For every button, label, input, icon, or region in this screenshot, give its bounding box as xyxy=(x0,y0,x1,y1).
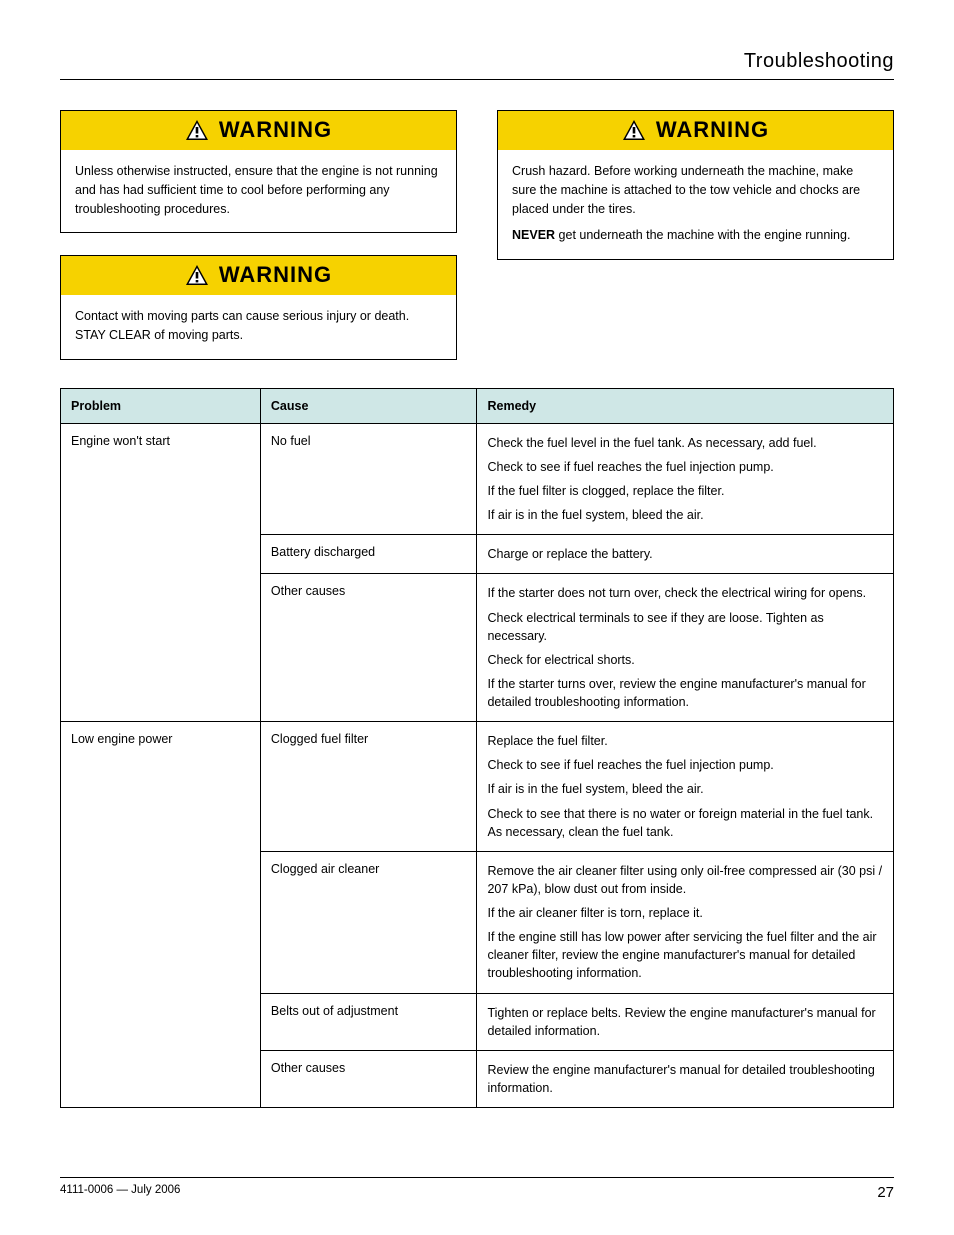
remedy-line: If air is in the fuel system, bleed the … xyxy=(487,506,883,524)
warning-text-3-p1: Crush hazard. Before working underneath … xyxy=(512,162,879,218)
remedy-line: If the fuel filter is clogged, replace t… xyxy=(487,482,883,500)
remedy-line: If the starter turns over, review the en… xyxy=(487,675,883,711)
warning-label: WARNING xyxy=(219,117,332,143)
warning-label: WARNING xyxy=(656,117,769,143)
table-header-row: Problem Cause Remedy xyxy=(61,388,894,423)
warning-text-3-p2: NEVER get underneath the machine with th… xyxy=(512,226,879,245)
remedy-line: Replace the fuel filter. xyxy=(487,732,883,750)
remedy-line: If air is in the fuel system, bleed the … xyxy=(487,780,883,798)
cell-remedy: Check the fuel level in the fuel tank. A… xyxy=(477,423,894,535)
warning-header: WARNING xyxy=(61,111,456,150)
remedy-line: Check the fuel level in the fuel tank. A… xyxy=(487,434,883,452)
cell-remedy: Tighten or replace belts. Review the eng… xyxy=(477,993,894,1050)
cell-cause: Other causes xyxy=(260,574,477,722)
cell-cause: Other causes xyxy=(260,1050,477,1107)
remedy-line: Review the engine manufacturer's manual … xyxy=(487,1061,883,1097)
th-cause: Cause xyxy=(260,388,477,423)
cell-cause: No fuel xyxy=(260,423,477,535)
warning-header: WARNING xyxy=(498,111,893,150)
chapter-title: Troubleshooting xyxy=(60,50,894,73)
warning-box-2: WARNING Contact with moving parts can ca… xyxy=(60,255,457,360)
cell-cause: Clogged fuel filter xyxy=(260,722,477,852)
th-problem: Problem xyxy=(61,388,261,423)
warning-text-2: Contact with moving parts can cause seri… xyxy=(61,295,456,359)
cell-remedy: If the starter does not turn over, check… xyxy=(477,574,894,722)
warning-never-bold: NEVER xyxy=(512,228,555,242)
footer-doc-id: 4111-0006 — July 2006 xyxy=(60,1184,180,1201)
warning-header: WARNING xyxy=(61,256,456,295)
warning-box-1: WARNING Unless otherwise instructed, ens… xyxy=(60,110,457,233)
remedy-line: Check to see that there is no water or f… xyxy=(487,805,883,841)
cell-remedy: Remove the air cleaner filter using only… xyxy=(477,851,894,993)
cell-cause: Battery discharged xyxy=(260,535,477,574)
remedy-line: Tighten or replace belts. Review the eng… xyxy=(487,1004,883,1040)
remedy-line: If the engine still has low power after … xyxy=(487,928,883,982)
cell-cause: Belts out of adjustment xyxy=(260,993,477,1050)
remedy-line: If the starter does not turn over, check… xyxy=(487,584,883,602)
remedy-line: Check to see if fuel reaches the fuel in… xyxy=(487,458,883,476)
remedy-line: Check for electrical shorts. xyxy=(487,651,883,669)
cell-problem: Engine won't start xyxy=(61,423,261,721)
remedy-line: Remove the air cleaner filter using only… xyxy=(487,862,883,898)
warning-triangle-icon xyxy=(185,119,209,141)
warning-label: WARNING xyxy=(219,262,332,288)
warning-box-3: WARNING Crush hazard. Before working und… xyxy=(497,110,894,260)
cell-remedy: Review the engine manufacturer's manual … xyxy=(477,1050,894,1107)
warning-never-rest: get underneath the machine with the engi… xyxy=(555,228,850,242)
remedy-line: Charge or replace the battery. xyxy=(487,545,883,563)
cell-cause: Clogged air cleaner xyxy=(260,851,477,993)
cell-remedy: Charge or replace the battery. xyxy=(477,535,894,574)
remedy-line: Check to see if fuel reaches the fuel in… xyxy=(487,756,883,774)
cell-remedy: Replace the fuel filter. Check to see if … xyxy=(477,722,894,852)
warning-triangle-icon xyxy=(622,119,646,141)
warning-triangle-icon xyxy=(185,264,209,286)
cell-problem: Low engine power xyxy=(61,722,261,1108)
top-rule xyxy=(60,79,894,80)
th-remedy: Remedy xyxy=(477,388,894,423)
troubleshooting-table: Problem Cause Remedy Engine won't startN… xyxy=(60,388,894,1108)
footer-rule xyxy=(60,1177,894,1178)
footer-page-number: 27 xyxy=(877,1184,894,1201)
remedy-line: Check electrical terminals to see if the… xyxy=(487,609,883,645)
warning-text-1: Unless otherwise instructed, ensure that… xyxy=(61,150,456,232)
remedy-line: If the air cleaner filter is torn, repla… xyxy=(487,904,883,922)
warning-text-3: Crush hazard. Before working underneath … xyxy=(498,150,893,259)
table-row: Low engine powerClogged fuel filterRepla… xyxy=(61,722,894,852)
table-row: Engine won't startNo fuelCheck the fuel … xyxy=(61,423,894,535)
